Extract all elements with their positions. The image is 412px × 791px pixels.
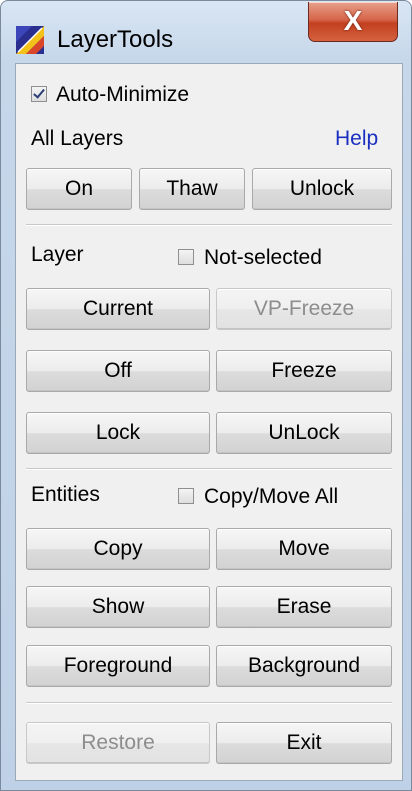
vp-freeze-button[interactable]: VP-Freeze [216, 288, 392, 330]
all-layers-thaw-button[interactable]: Thaw [139, 168, 245, 210]
client-area: Auto-Minimize All Layers Help On Thaw Un… [15, 63, 403, 781]
off-button[interactable]: Off [26, 350, 210, 392]
not-selected-checkbox[interactable] [178, 249, 194, 265]
layer-heading: Layer [31, 243, 84, 266]
copy-move-all-checkbox[interactable] [178, 488, 194, 504]
title-bar[interactable]: LayerTools X [1, 1, 411, 61]
window-title: LayerTools [57, 26, 174, 53]
all-layers-heading: All Layers [31, 127, 124, 150]
divider [26, 468, 392, 470]
auto-minimize-label[interactable]: Auto-Minimize [56, 82, 189, 108]
restore-button[interactable]: Restore [26, 722, 210, 764]
layertools-app-icon [16, 26, 44, 54]
all-layers-unlock-button[interactable]: Unlock [252, 168, 392, 210]
copy-button[interactable]: Copy [26, 528, 210, 570]
divider [26, 702, 392, 704]
close-icon: X [343, 5, 363, 36]
background-button[interactable]: Background [216, 645, 392, 687]
lock-button[interactable]: Lock [26, 412, 210, 454]
move-button[interactable]: Move [216, 528, 392, 570]
current-button[interactable]: Current [26, 288, 210, 330]
layertools-window: LayerTools X Auto-Minimize All Layers He… [0, 0, 412, 791]
auto-minimize-checkbox[interactable] [31, 86, 47, 102]
foreground-button[interactable]: Foreground [26, 645, 210, 687]
freeze-button[interactable]: Freeze [216, 350, 392, 392]
copy-move-all-label[interactable]: Copy/Move All [204, 484, 338, 510]
unlock-button[interactable]: UnLock [216, 412, 392, 454]
entities-heading: Entities [31, 483, 100, 506]
not-selected-label[interactable]: Not-selected [204, 245, 322, 271]
show-button[interactable]: Show [26, 586, 210, 628]
all-layers-on-button[interactable]: On [26, 168, 132, 210]
erase-button[interactable]: Erase [216, 586, 392, 628]
close-button[interactable]: X [308, 2, 398, 42]
help-link[interactable]: Help [335, 126, 378, 152]
exit-button[interactable]: Exit [216, 722, 392, 764]
divider [26, 224, 392, 226]
